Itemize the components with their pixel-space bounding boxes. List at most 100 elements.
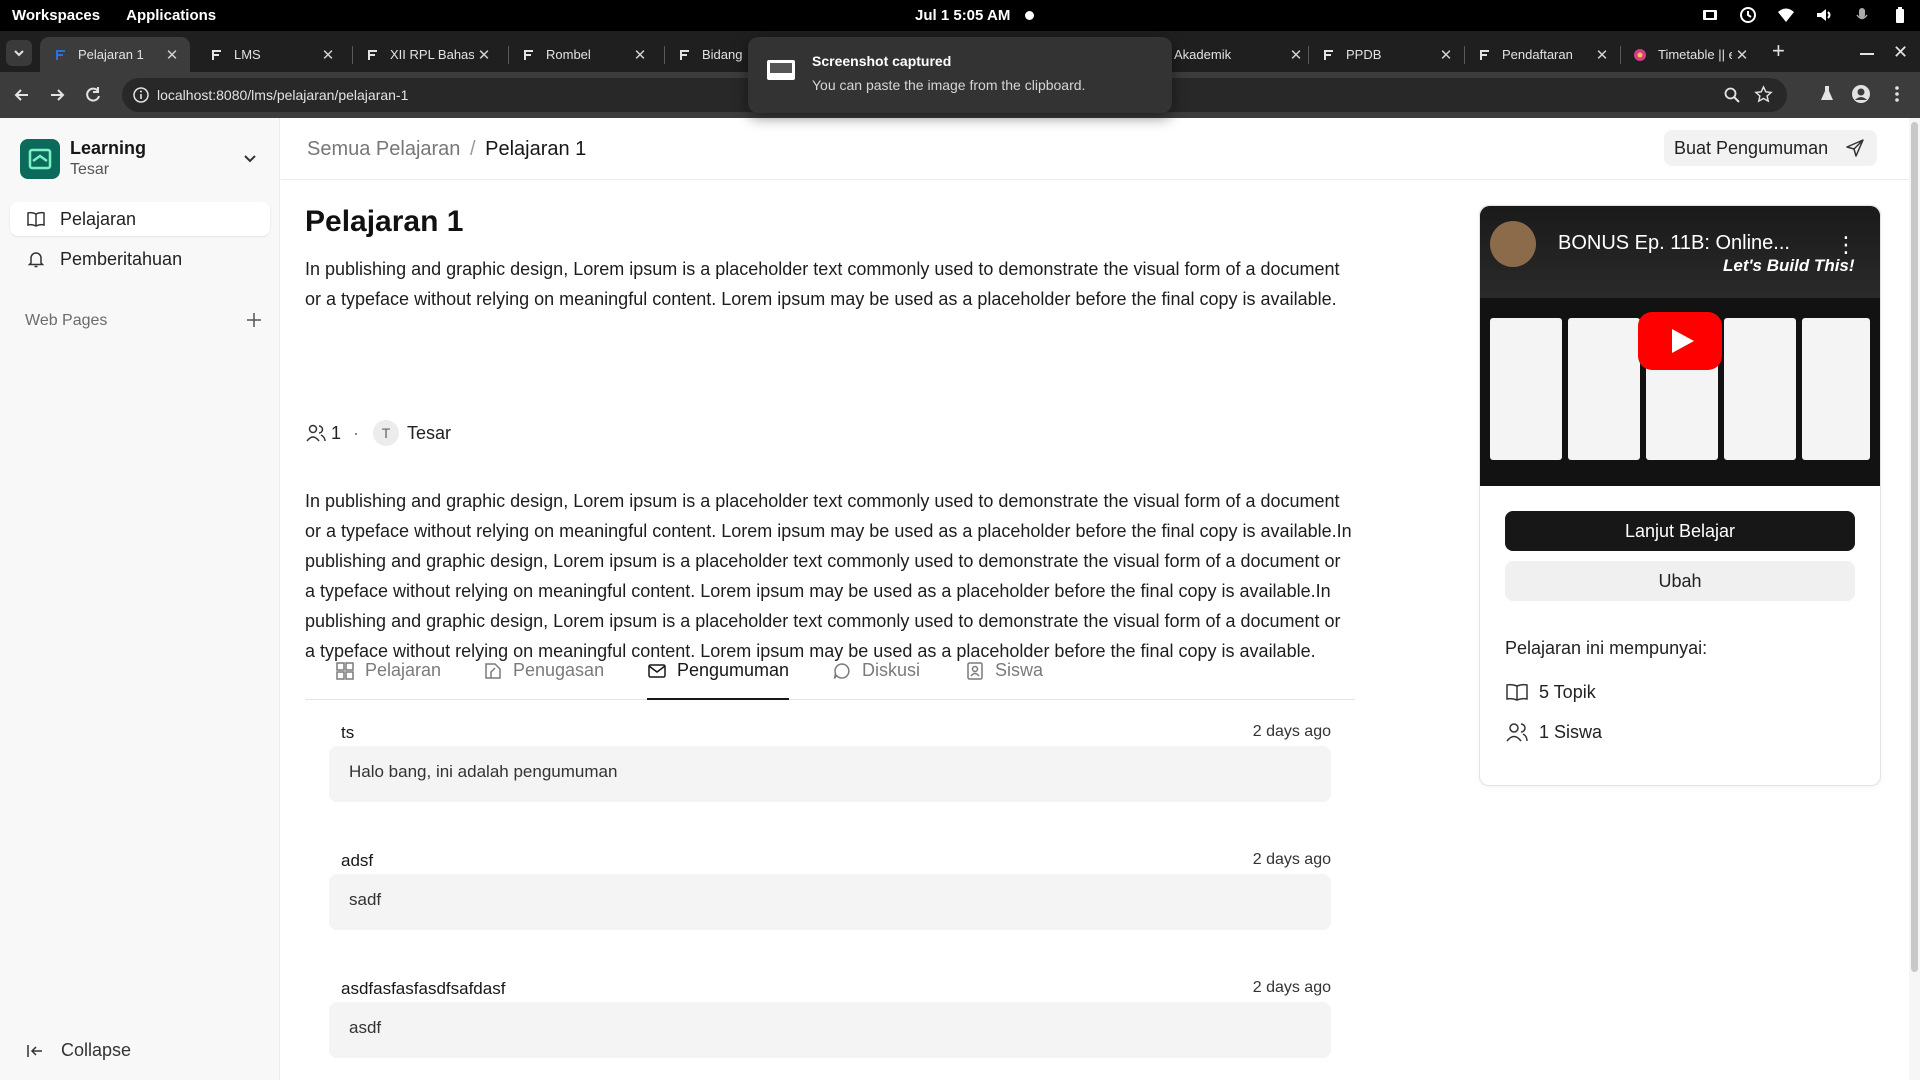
video-title[interactable]: BONUS Ep. 11B: Online... [1558,232,1790,255]
screenshot-icon [767,60,795,80]
collapse-label: Collapse [61,1040,132,1060]
labs-flask-icon[interactable] [1817,84,1837,104]
browser-tab-timetable[interactable]: Timetable || e ✕ [1620,37,1760,72]
close-tab-icon[interactable]: ✕ [1732,46,1752,64]
close-tab-icon[interactable]: ✕ [1436,46,1456,64]
tab-diskusi[interactable]: Diskusi [832,660,920,700]
minimize-window-icon[interactable] [1860,53,1874,55]
battery-icon[interactable] [1890,5,1910,25]
chevron-down-icon[interactable] [240,148,260,168]
student-stat: 1 Siswa [1505,720,1602,744]
users-icon [1506,723,1528,742]
tab-search-button[interactable] [6,40,32,66]
continue-learning-button[interactable]: Lanjut Belajar [1505,511,1855,551]
zoom-icon[interactable] [1723,86,1741,104]
course-long-description: In publishing and graphic design, Lorem … [305,491,1352,661]
frappe-favicon-icon [676,47,692,63]
video-embed[interactable]: BONUS Ep. 11B: Online... ⋮ Let's Build T… [1480,206,1880,486]
breadcrumb-separator: / [470,138,476,160]
book-open-icon [1506,683,1528,701]
chevron-down-icon [14,50,24,57]
close-tab-icon[interactable]: ✕ [1286,46,1306,64]
edit-course-button[interactable]: Ubah [1505,561,1855,601]
browser-tab-lms[interactable]: LMS ✕ [196,37,346,72]
sidebar-item-label: Pelajaran [60,208,137,229]
page-header: Semua Pelajaran / Pelajaran 1 Buat Pengu… [281,118,1909,180]
close-tab-icon[interactable]: ✕ [1592,46,1612,64]
bookmark-star-icon[interactable] [1754,85,1773,104]
youtube-play-icon[interactable] [1638,312,1722,370]
tab-siswa[interactable]: Siswa [965,660,1043,700]
instructor-name[interactable]: Tesar [407,423,451,444]
applications-menu[interactable]: Applications [126,7,216,24]
mail-icon [648,664,666,678]
page-title: Pelajaran 1 [305,205,464,238]
tab-penugasan[interactable]: Penugasan [483,660,604,700]
bell-icon [27,252,45,268]
student-icon [967,662,983,680]
announcement-body: Halo bang, ini adalah pengumuman [329,746,1331,802]
breadcrumb-current: Pelajaran 1 [485,138,587,160]
sidebar-item-pemberitahuan[interactable]: Pemberitahuan [10,242,270,276]
update-icon[interactable] [1738,5,1758,25]
channel-avatar[interactable] [1490,221,1536,267]
browser-tab-xii-rpl[interactable]: XII RPL Bahasa ✕ [352,37,502,72]
web-pages-label: Web Pages [25,312,108,329]
wifi-icon[interactable] [1776,5,1796,25]
brand-switcher[interactable]: Learning Tesar [20,138,146,179]
book-open-icon [27,211,45,227]
tab-title: PPDB [1346,47,1382,62]
timetable-favicon-icon [1632,47,1648,63]
add-web-page-icon[interactable] [244,310,264,330]
url-text[interactable]: localhost:8080/lms/pelajaran/pelajaran-1 [157,87,408,103]
screen-share-icon[interactable] [1700,5,1720,25]
video-thumbnail-panel [1568,318,1640,460]
microphone-icon[interactable] [1852,5,1872,25]
browser-tab-ppdb[interactable]: PPDB ✕ [1308,37,1464,72]
frappe-favicon-icon [1476,47,1492,63]
tab-title: Akademik [1174,47,1232,62]
collapse-icon [27,1044,42,1057]
collapse-sidebar-button[interactable]: Collapse [25,1040,131,1061]
reload-icon[interactable] [83,85,103,105]
course-card: BONUS Ep. 11B: Online... ⋮ Let's Build T… [1479,205,1881,786]
browser-menu-icon[interactable] [1887,84,1907,104]
close-tab-icon[interactable]: ✕ [630,46,650,64]
tab-pengumuman[interactable]: Pengumuman [647,660,790,700]
announcement-title: adsf [341,851,374,870]
sidebar-item-pelajaran[interactable]: Pelajaran [10,202,270,236]
browser-tab-akademik[interactable]: Akademik ✕ [1164,37,1314,72]
meta-separator: · [353,422,360,443]
topic-count: 5 Topik [1505,680,1596,704]
close-tab-icon[interactable]: ✕ [318,46,338,64]
browser-tab-rombel[interactable]: Rombel ✕ [508,37,658,72]
chat-icon [833,663,850,679]
scrollbar-thumb[interactable] [1911,122,1918,972]
new-tab-icon[interactable]: + [1772,40,1785,62]
workspaces-menu[interactable]: Workspaces [12,7,100,24]
brand-user: Tesar [70,161,110,178]
page-scrollbar[interactable] [1909,118,1920,1080]
browser-tab-pendaftaran[interactable]: Pendaftaran ✕ [1464,37,1620,72]
close-window-icon[interactable]: ✕ [1893,42,1908,63]
profile-icon[interactable] [1851,84,1871,104]
breadcrumb-root[interactable]: Semua Pelajaran [307,138,460,160]
screenshot-notification[interactable]: Screenshot captured You can paste the im… [748,37,1172,113]
close-tab-icon[interactable]: ✕ [474,46,494,64]
clock[interactable]: Jul 1 5:05 AM [915,7,1010,24]
avatar[interactable]: T [373,420,400,446]
back-icon[interactable] [12,85,32,105]
forward-icon[interactable] [47,85,67,105]
browser-tab-pelajaran-1[interactable]: Pelajaran 1 ✕ [40,37,190,72]
video-thumbnail-panel [1724,318,1796,460]
create-announcement-button[interactable]: Buat Pengumuman [1664,130,1877,166]
site-info-icon[interactable] [132,86,150,104]
notification-dot [1025,11,1034,20]
close-tab-icon[interactable]: ✕ [162,46,182,64]
tab-pelajaran[interactable]: Pelajaran [335,660,441,700]
video-more-icon[interactable]: ⋮ [1835,232,1857,258]
lms-app: Learning Tesar Pelajaran Pemberitahuan W… [0,118,1920,1080]
notification-body: You can paste the image from the clipboa… [812,77,1086,93]
volume-icon[interactable] [1814,5,1834,25]
announcement-time: 2 days ago [1252,723,1331,740]
